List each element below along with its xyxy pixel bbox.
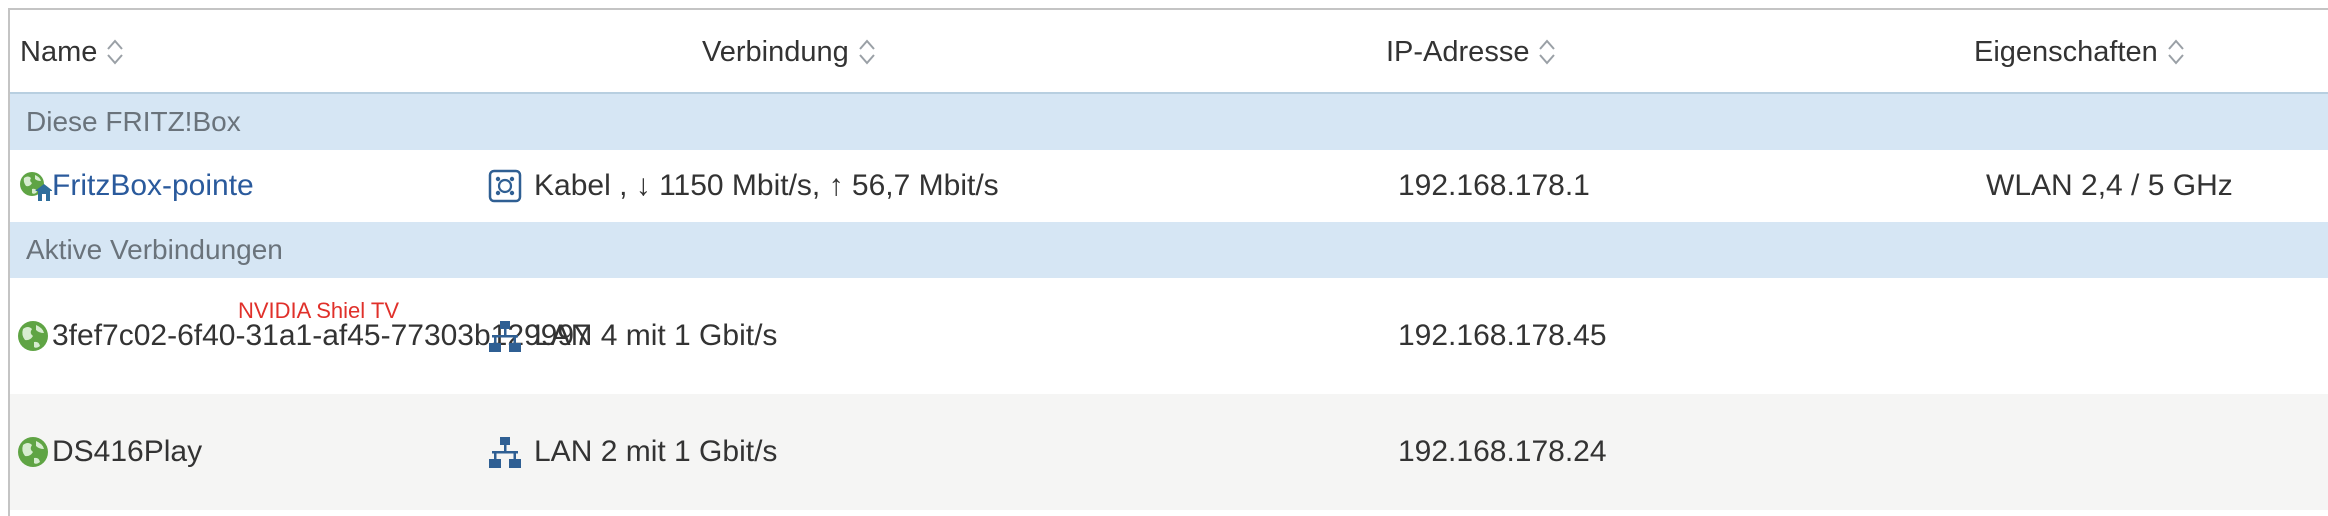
ip-address: 192.168.178.45 — [1398, 319, 1607, 352]
connection-cell: LAN 2 mit 1 Gbit/s — [488, 416, 777, 488]
column-header-name[interactable]: Name — [20, 10, 125, 94]
globe-icon — [18, 321, 48, 351]
globe-icon — [18, 437, 48, 467]
group-header-this-box: Diese FRITZ!Box — [10, 94, 2328, 150]
network-device-table: Name Verbindung IP-Adresse Eigenschaften — [8, 8, 2328, 516]
properties-cell: WLAN 2,4 / 5 GHz — [1986, 169, 2233, 202]
table-row[interactable]: FritzBox-pointe Kabel , ↓ 1150 Mbit/s, ↑… — [10, 150, 2328, 222]
sort-updown-icon[interactable] — [1537, 35, 1557, 69]
device-name[interactable]: DS416Play — [52, 416, 202, 488]
network-lan-icon — [489, 321, 521, 352]
network-lan-icon — [489, 437, 521, 468]
table-row[interactable]: DS416Play LAN 2 mit 1 Gbit/s 192.168.178… — [10, 394, 2328, 510]
group-header-active-connections: Aktive Verbindungen — [10, 222, 2328, 278]
sort-updown-icon[interactable] — [105, 35, 125, 69]
column-header-connection[interactable]: Verbindung — [702, 10, 877, 94]
ip-address: 192.168.178.1 — [1398, 169, 1590, 202]
globe-home-icon — [20, 172, 52, 201]
table-row[interactable]: NVIDIA Shiel TV 3fef7c02-6f40-31a1-af45-… — [10, 278, 2328, 394]
sort-updown-icon[interactable] — [2166, 35, 2186, 69]
connection-cell: Kabel , ↓ 1150 Mbit/s, ↑ 56,7 Mbit/s — [488, 150, 999, 222]
ip-address: 192.168.178.24 — [1398, 435, 1607, 468]
cable-modem-icon — [488, 169, 522, 203]
table-header: Name Verbindung IP-Adresse Eigenschaften — [10, 10, 2328, 94]
connection-cell: LAN 4 mit 1 Gbit/s — [488, 300, 777, 372]
device-name-link[interactable]: FritzBox-pointe — [52, 150, 254, 222]
column-header-properties[interactable]: Eigenschaften — [1974, 10, 2186, 94]
column-header-ip[interactable]: IP-Adresse — [1386, 10, 1557, 94]
sort-updown-icon[interactable] — [857, 35, 877, 69]
